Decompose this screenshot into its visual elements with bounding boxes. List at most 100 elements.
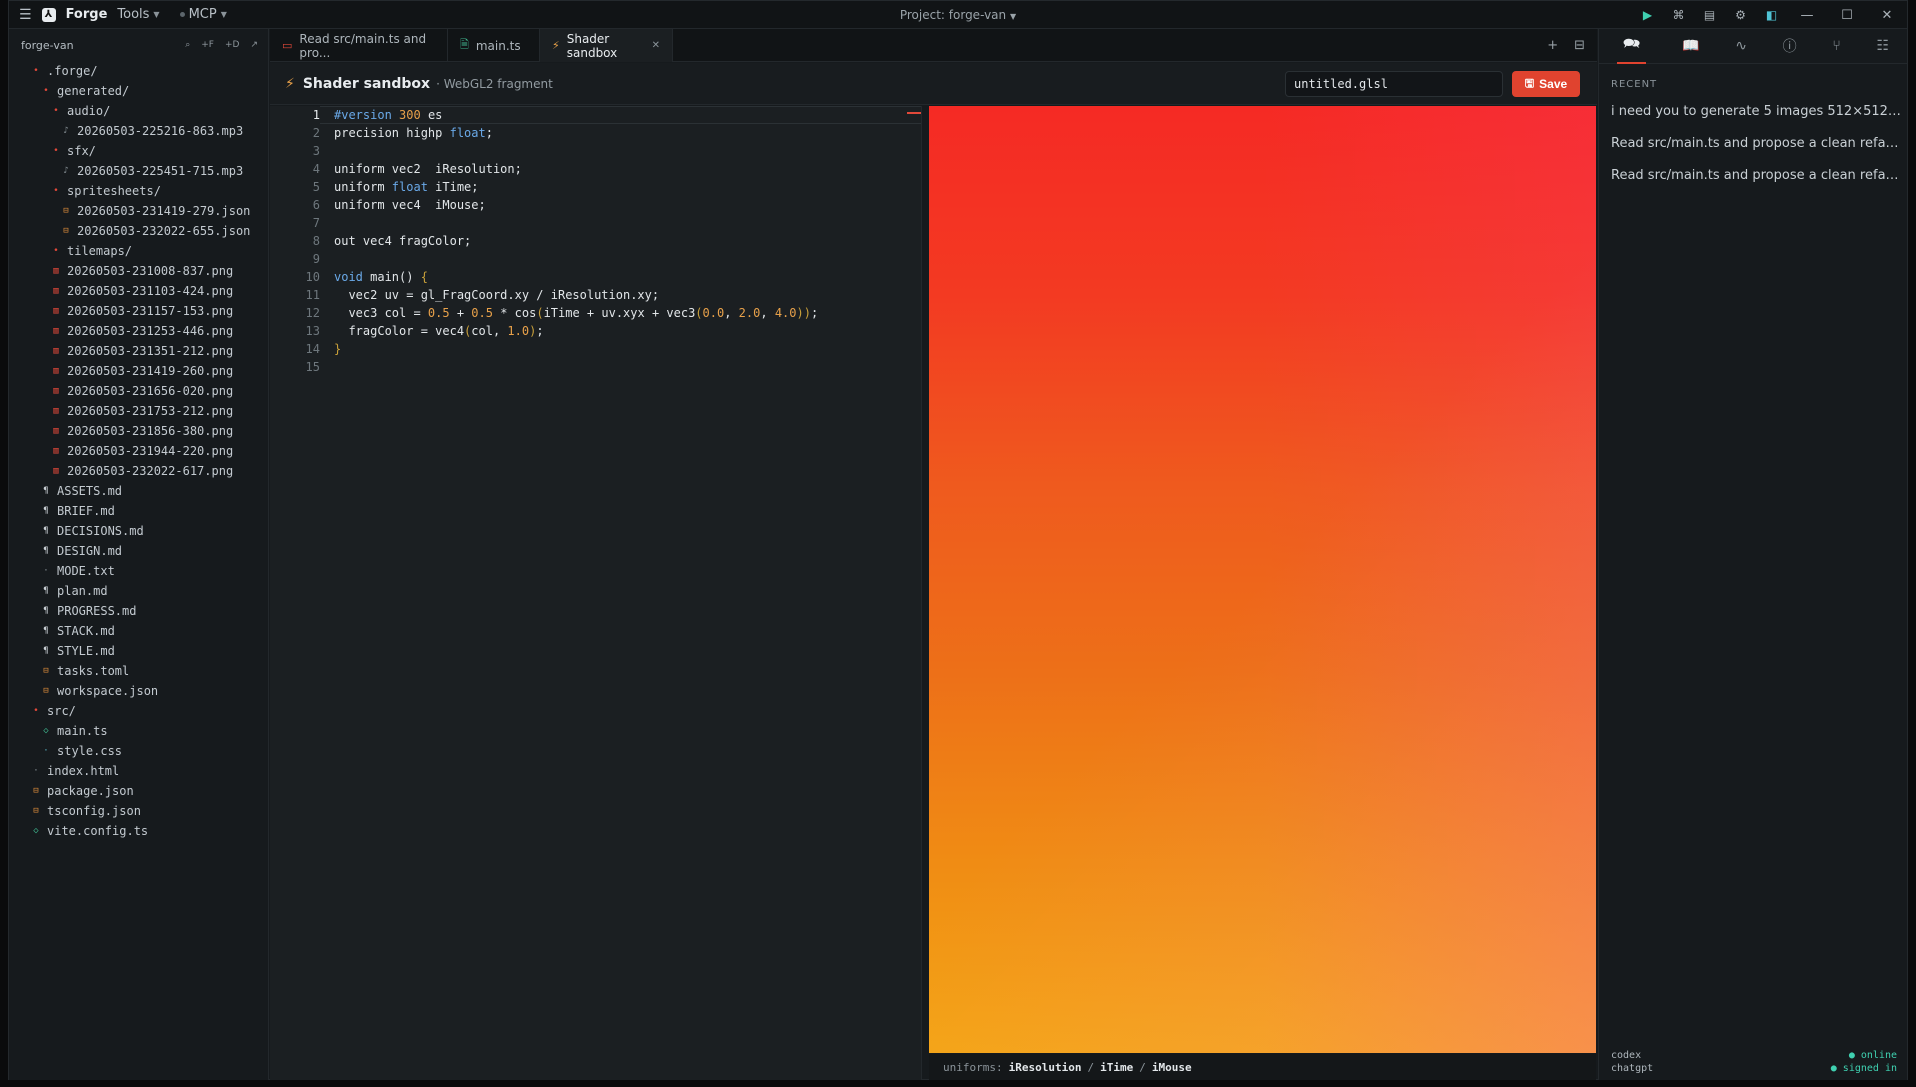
new-folder-icon[interactable]: +D	[225, 40, 239, 50]
code-line[interactable]: ​	[334, 142, 921, 160]
code-line[interactable]: uniform vec2 iResolution;	[334, 160, 921, 178]
close-icon[interactable]: ✕	[1867, 1, 1907, 29]
tree-folder[interactable]: • tilemaps/	[9, 241, 268, 261]
code-line[interactable]: ​	[334, 214, 921, 232]
tree-file[interactable]: ⊟ package.json	[9, 781, 268, 801]
checklist-icon[interactable]: ☷	[1877, 38, 1890, 54]
new-tab-icon[interactable]: +	[1547, 38, 1558, 53]
tree-item-label: DESIGN.md	[57, 544, 123, 558]
split-editor-icon[interactable]: ⊟	[1574, 38, 1585, 53]
filename-input[interactable]	[1285, 71, 1503, 97]
code-line[interactable]: }	[334, 340, 921, 358]
tree-folder[interactable]: • generated/	[9, 81, 268, 101]
terminal-icon[interactable]: ▤	[1694, 1, 1725, 29]
settings-icon[interactable]: ⚙	[1725, 1, 1756, 29]
book-icon[interactable]: 📖	[1682, 38, 1699, 54]
tree-file[interactable]: ⊟ tsconfig.json	[9, 801, 268, 821]
tree-folder[interactable]: • spritesheets/	[9, 181, 268, 201]
tree-file[interactable]: ¶ STACK.md	[9, 621, 268, 641]
shader-preview-canvas[interactable]	[929, 106, 1596, 1053]
file-icon: ⊟	[63, 226, 69, 236]
line-number: 14	[305, 342, 320, 356]
tab-0[interactable]: ▭ Read src/main.ts and pro...	[270, 29, 448, 62]
tree-file[interactable]: ¶ BRIEF.md	[9, 501, 268, 521]
tree-file[interactable]: ♪ 20260503-225216-863.mp3	[9, 121, 268, 141]
tree-file[interactable]: ▥ 20260503-231157-153.png	[9, 301, 268, 321]
code-line[interactable]: uniform float iTime;	[334, 178, 921, 196]
tree-folder[interactable]: • src/	[9, 701, 268, 721]
tree-file[interactable]: ⊟ workspace.json	[9, 681, 268, 701]
tree-file[interactable]: ¶ DECISIONS.md	[9, 521, 268, 541]
code-line[interactable]: #version 300 es	[334, 106, 921, 124]
tree-item-label: STYLE.md	[57, 644, 115, 658]
new-file-icon[interactable]: +F	[201, 40, 214, 50]
close-tab-icon[interactable]: ✕	[652, 40, 660, 51]
tools-menu[interactable]: Tools ▼	[117, 7, 159, 22]
tree-file[interactable]: ◇ main.ts	[9, 721, 268, 741]
project-selector[interactable]: Project: forge-van ▼	[900, 8, 1016, 22]
tree-folder[interactable]: • .forge/	[9, 61, 268, 81]
tree-file[interactable]: ▥ 20260503-231253-446.png	[9, 321, 268, 341]
tree-file[interactable]: ▥ 20260503-232022-617.png	[9, 461, 268, 481]
git-branch-icon[interactable]: ⑂	[1832, 38, 1840, 54]
tree-file[interactable]: ◇ vite.config.ts	[9, 821, 268, 841]
menu-icon[interactable]: ☰	[19, 7, 32, 23]
tree-file[interactable]: ▥ 20260503-231351-212.png	[9, 341, 268, 361]
tree-file[interactable]: · MODE.txt	[9, 561, 268, 581]
tree-file[interactable]: ▥ 20260503-231944-220.png	[9, 441, 268, 461]
code-lines[interactable]: #version 300 esprecision highp float;​un…	[334, 106, 921, 376]
code-line[interactable]: vec2 uv = gl_FragCoord.xy / iResolution.…	[334, 286, 921, 304]
tree-file[interactable]: ¶ plan.md	[9, 581, 268, 601]
command-icon[interactable]: ⌘	[1663, 1, 1694, 29]
file-icon: ⊟	[33, 806, 39, 816]
tree-item-label: vite.config.ts	[47, 824, 149, 838]
minimize-icon[interactable]: —	[1787, 1, 1827, 29]
tree-file[interactable]: ¶ ASSETS.md	[9, 481, 268, 501]
tree-file[interactable]: ♪ 20260503-225451-715.mp3	[9, 161, 268, 181]
tree-file[interactable]: ▥ 20260503-231656-020.png	[9, 381, 268, 401]
code-editor[interactable]: 1 2 3 4 5 6 7 8 9 10 11 12 13 14 15 #version 300 es pre…	[270, 106, 922, 1080]
chevron-down-icon: ▼	[1009, 12, 1017, 21]
recent-item[interactable]: Read src/main.ts and propose a clean ref…	[1611, 166, 1901, 186]
run-icon[interactable]: ▶	[1632, 1, 1663, 29]
tree-file[interactable]: ⊟ tasks.toml	[9, 661, 268, 681]
tree-file[interactable]: ▥ 20260503-231103-424.png	[9, 281, 268, 301]
tree-file[interactable]: · style.css	[9, 741, 268, 761]
tree-file[interactable]: · index.html	[9, 761, 268, 781]
tree-file[interactable]: ⊟ 20260503-232022-655.json	[9, 221, 268, 241]
tree-file[interactable]: ▥ 20260503-231008-837.png	[9, 261, 268, 281]
tree-file[interactable]: ¶ DESIGN.md	[9, 541, 268, 561]
tree-file[interactable]: ▥ 20260503-231856-380.png	[9, 421, 268, 441]
tab-2[interactable]: ⚡ Shader sandbox ✕	[540, 29, 673, 62]
tree-file[interactable]: ▥ 20260503-231753-212.png	[9, 401, 268, 421]
tab-1[interactable]: 🗎 main.ts	[448, 29, 540, 62]
tree-item-label: sfx/	[67, 144, 96, 158]
chat-icon[interactable]: 🗪	[1616, 29, 1647, 64]
code-line[interactable]: ​	[334, 358, 921, 376]
tree-file[interactable]: ¶ PROGRESS.md	[9, 601, 268, 621]
tree-file[interactable]: ¶ STYLE.md	[9, 641, 268, 661]
tree-item-label: 20260503-231351-212.png	[67, 344, 234, 358]
code-line[interactable]: precision highp float;	[334, 124, 921, 142]
code-line[interactable]: vec3 col = 0.5 + 0.5 * cos(iTime + uv.xy…	[334, 304, 921, 322]
tree-file[interactable]: ▥ 20260503-231419-260.png	[9, 361, 268, 381]
collapse-icon[interactable]: ↗	[250, 40, 258, 50]
code-line[interactable]: fragColor = vec4(col, 1.0);	[334, 322, 921, 340]
code-line[interactable]: out vec4 fragColor;	[334, 232, 921, 250]
code-line[interactable]: void main() {	[334, 268, 921, 286]
tree-folder[interactable]: • sfx/	[9, 141, 268, 161]
code-line[interactable]: uniform vec4 iMouse;	[334, 196, 921, 214]
mcp-menu[interactable]: MCP ▼	[179, 7, 227, 22]
activity-icon[interactable]: ∿	[1735, 38, 1747, 54]
recent-item[interactable]: i need you to generate 5 images 512×512 …	[1611, 102, 1901, 122]
search-icon[interactable]: ⌕	[185, 40, 190, 50]
tree-file[interactable]: ⊟ 20260503-231419-279.json	[9, 201, 268, 221]
maximize-icon[interactable]: ☐	[1827, 1, 1867, 29]
layout-icon[interactable]: ◧	[1756, 1, 1787, 29]
tree-folder[interactable]: • audio/	[9, 101, 268, 121]
code-line[interactable]: ​	[334, 250, 921, 268]
recent-item[interactable]: Read src/main.ts and propose a clean ref…	[1611, 134, 1901, 154]
tree-item-label: BRIEF.md	[57, 504, 115, 518]
save-button[interactable]: 🖫 Save	[1512, 71, 1580, 97]
info-icon[interactable]: ⓘ	[1783, 36, 1797, 56]
